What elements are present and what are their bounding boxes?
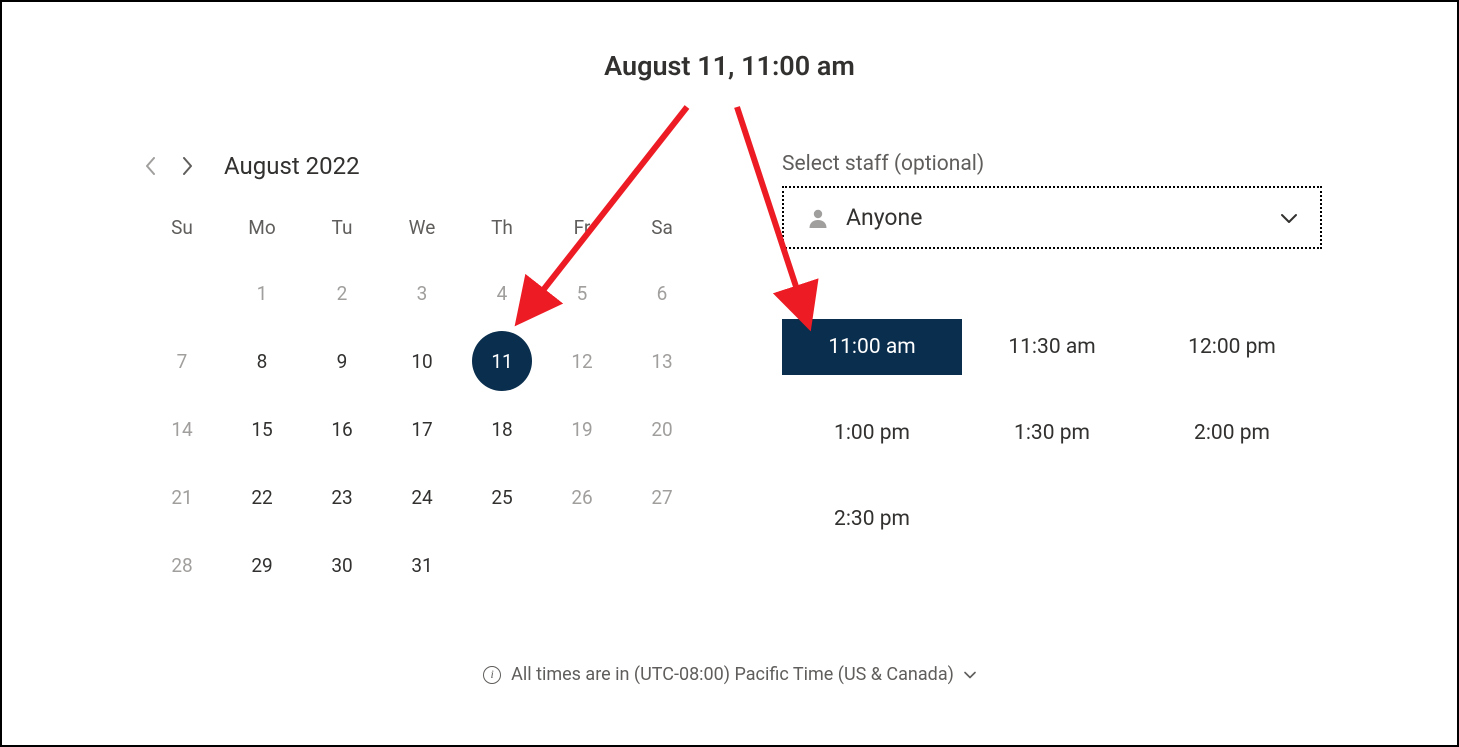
timeslot-option[interactable]: 12:00 pm bbox=[1142, 319, 1322, 375]
weekday-header: We bbox=[382, 206, 462, 259]
time-panel: Select staff (optional) Anyone 11:00 am1… bbox=[782, 152, 1322, 599]
staff-select-dropdown[interactable]: Anyone bbox=[782, 186, 1322, 249]
staff-select-label: Select staff (optional) bbox=[782, 152, 1322, 176]
timeslot-option[interactable]: 11:00 am bbox=[782, 319, 962, 375]
timeslot-option[interactable]: 11:30 am bbox=[962, 319, 1142, 375]
weekday-header: Th bbox=[462, 206, 542, 259]
timeslot-grid: 11:00 am11:30 am12:00 pm 1:00 pm1:30 pm2:… bbox=[782, 319, 1322, 547]
calendar-empty-cell bbox=[142, 259, 222, 327]
calendar-day[interactable]: 22 bbox=[222, 463, 302, 531]
calendar-day: 27 bbox=[622, 463, 702, 531]
timeslot-option[interactable]: 1:00 pm bbox=[782, 405, 962, 461]
calendar-day: 6 bbox=[622, 259, 702, 327]
calendar-day: 5 bbox=[542, 259, 622, 327]
booking-frame: August 11, 11:00 am August 2022 SuMoTuWe… bbox=[0, 0, 1459, 747]
chevron-down-icon bbox=[1280, 209, 1298, 227]
calendar-day: 1 bbox=[222, 259, 302, 327]
calendar-day[interactable]: 9 bbox=[302, 327, 382, 395]
weekday-header: Fr bbox=[542, 206, 622, 259]
calendar-day[interactable]: 17 bbox=[382, 395, 462, 463]
booking-content: August 2022 SuMoTuWeThFrSa 1234567891011… bbox=[2, 152, 1457, 599]
next-month-button[interactable] bbox=[178, 154, 196, 178]
calendar-nav: August 2022 bbox=[142, 152, 702, 180]
calendar-month-label: August 2022 bbox=[224, 152, 360, 180]
calendar-grid: SuMoTuWeThFrSa 1234567891011121314151617… bbox=[142, 206, 702, 599]
chevron-left-icon bbox=[145, 157, 157, 175]
calendar-day[interactable]: 31 bbox=[382, 531, 462, 599]
timezone-text: All times are in (UTC-08:00) Pacific Tim… bbox=[511, 664, 954, 685]
calendar-day[interactable]: 15 bbox=[222, 395, 302, 463]
calendar-day: 26 bbox=[542, 463, 622, 531]
chevron-right-icon bbox=[181, 157, 193, 175]
calendar-day: 4 bbox=[462, 259, 542, 327]
calendar-day: 7 bbox=[142, 327, 222, 395]
calendar-day[interactable]: 25 bbox=[462, 463, 542, 531]
calendar-day: 28 bbox=[142, 531, 222, 599]
calendar-day[interactable]: 23 bbox=[302, 463, 382, 531]
calendar-day: 3 bbox=[382, 259, 462, 327]
calendar-empty-cell bbox=[542, 531, 622, 599]
calendar-day: 14 bbox=[142, 395, 222, 463]
calendar-empty-cell bbox=[462, 531, 542, 599]
staff-selected-value: Anyone bbox=[846, 204, 1264, 231]
weekday-header: Tu bbox=[302, 206, 382, 259]
prev-month-button[interactable] bbox=[142, 154, 160, 178]
calendar-day: 21 bbox=[142, 463, 222, 531]
timezone-footer[interactable]: i All times are in (UTC-08:00) Pacific T… bbox=[2, 664, 1457, 685]
weekday-header: Su bbox=[142, 206, 222, 259]
calendar-day[interactable]: 24 bbox=[382, 463, 462, 531]
calendar-day[interactable]: 10 bbox=[382, 327, 462, 395]
calendar-day[interactable]: 8 bbox=[222, 327, 302, 395]
weekday-header: Sa bbox=[622, 206, 702, 259]
calendar-day[interactable]: 16 bbox=[302, 395, 382, 463]
timeslot-option[interactable]: 2:30 pm bbox=[782, 491, 962, 547]
calendar-day[interactable]: 30 bbox=[302, 531, 382, 599]
calendar-panel: August 2022 SuMoTuWeThFrSa 1234567891011… bbox=[142, 152, 702, 599]
chevron-down-icon bbox=[964, 669, 976, 681]
calendar-day: 13 bbox=[622, 327, 702, 395]
timeslot-option[interactable]: 2:00 pm bbox=[1142, 405, 1322, 461]
calendar-day: 19 bbox=[542, 395, 622, 463]
calendar-day: 12 bbox=[542, 327, 622, 395]
calendar-day: 2 bbox=[302, 259, 382, 327]
calendar-day: 20 bbox=[622, 395, 702, 463]
calendar-day[interactable]: 11 bbox=[462, 327, 542, 395]
calendar-empty-cell bbox=[622, 531, 702, 599]
person-icon bbox=[806, 206, 830, 230]
calendar-day[interactable]: 18 bbox=[462, 395, 542, 463]
calendar-day[interactable]: 29 bbox=[222, 531, 302, 599]
timeslot-option[interactable]: 1:30 pm bbox=[962, 405, 1142, 461]
weekday-header: Mo bbox=[222, 206, 302, 259]
info-icon: i bbox=[483, 666, 501, 684]
selected-datetime-header: August 11, 11:00 am bbox=[2, 50, 1457, 82]
